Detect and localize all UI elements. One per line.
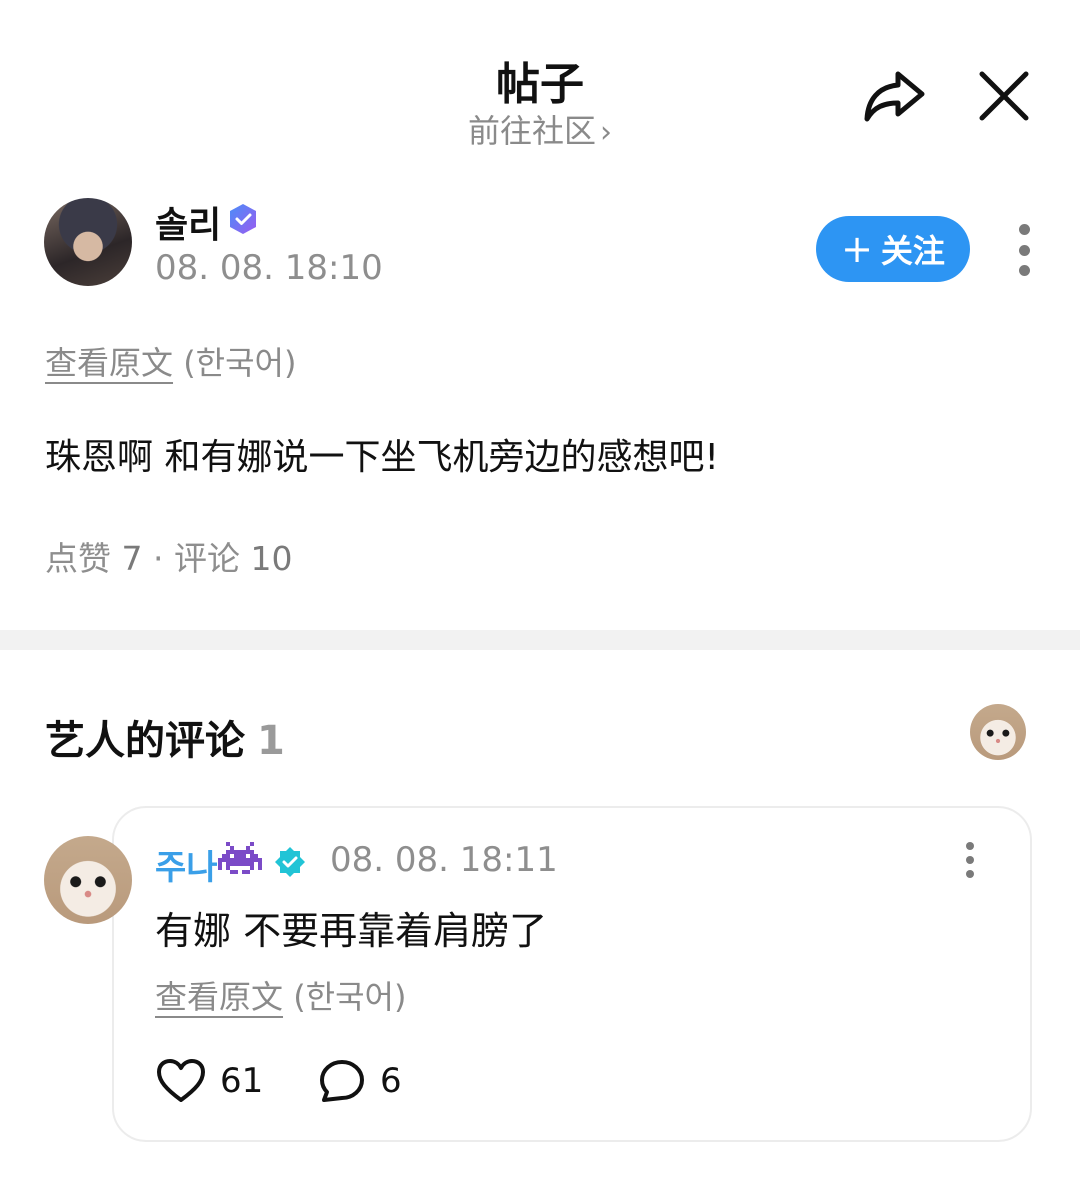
original-language: (한국어) — [183, 344, 297, 382]
share-button[interactable] — [858, 62, 930, 130]
likes-count: 7 — [121, 539, 143, 578]
comment-text: 有娜 不要再靠着肩膀了 — [155, 909, 548, 953]
artist-comments-heading: 艺人的评论 1 — [45, 708, 285, 766]
post-stats: 点赞 7 · 评论 10 — [45, 532, 293, 580]
heart-icon — [157, 1059, 205, 1102]
artist-comments-title: 艺人的评论 — [45, 718, 245, 764]
verified-badge-icon — [226, 202, 260, 236]
more-dot — [966, 870, 974, 878]
follow-button[interactable]: + 关注 — [816, 216, 970, 282]
space-invader-emoji-icon — [218, 842, 262, 878]
comment-bubble-icon — [320, 1060, 364, 1102]
comments-count[interactable]: 10 — [251, 539, 293, 578]
section-divider — [0, 630, 1080, 650]
post-timestamp: 08. 08. 18:10 — [155, 248, 383, 288]
more-dot — [1018, 265, 1030, 276]
share-icon — [864, 71, 925, 122]
post-author-avatar[interactable] — [44, 198, 132, 286]
comment-verified-badge-icon — [274, 846, 306, 878]
comment-author-avatar[interactable] — [44, 836, 132, 924]
stats-separator: · — [153, 539, 164, 578]
more-vertical-icon — [966, 842, 974, 850]
comment-more-button[interactable] — [962, 842, 978, 878]
comments-label[interactable]: 评论 — [174, 539, 240, 578]
post-text: 珠恩啊 和有娜说一下坐飞机旁边的感想吧! — [45, 437, 719, 478]
go-to-community-label: 前往社区 — [467, 112, 596, 150]
more-dot — [1018, 244, 1030, 256]
more-dot — [966, 856, 974, 864]
post-author-name[interactable]: 솔리 — [155, 196, 221, 248]
artist-comments-count: 1 — [257, 718, 285, 764]
plus-icon: + — [841, 227, 873, 271]
reply-button[interactable]: 6 — [318, 1058, 402, 1104]
view-original-comment[interactable]: 查看原文 (한국어) — [155, 972, 406, 1018]
follow-label: 关注 — [880, 232, 945, 270]
likes-label: 点赞 — [45, 539, 111, 578]
comment-author-name[interactable]: 주나 — [155, 840, 218, 889]
original-language: (한국어) — [293, 978, 407, 1016]
post-more-button[interactable] — [1012, 224, 1036, 276]
view-original-post[interactable]: 查看原文 (한국어) — [45, 338, 296, 384]
comment-timestamp: 08. 08. 18:11 — [330, 840, 558, 880]
close-icon — [979, 71, 1029, 121]
more-vertical-icon — [1018, 224, 1030, 235]
view-original-link[interactable]: 查看原文 — [155, 978, 283, 1016]
view-original-link[interactable]: 查看原文 — [45, 344, 173, 382]
artist-avatar[interactable] — [970, 704, 1026, 760]
close-button[interactable] — [970, 62, 1038, 130]
reply-count: 6 — [380, 1061, 402, 1101]
like-count: 61 — [220, 1061, 264, 1101]
like-button[interactable]: 61 — [156, 1058, 263, 1104]
chevron-right-icon: › — [600, 115, 612, 150]
